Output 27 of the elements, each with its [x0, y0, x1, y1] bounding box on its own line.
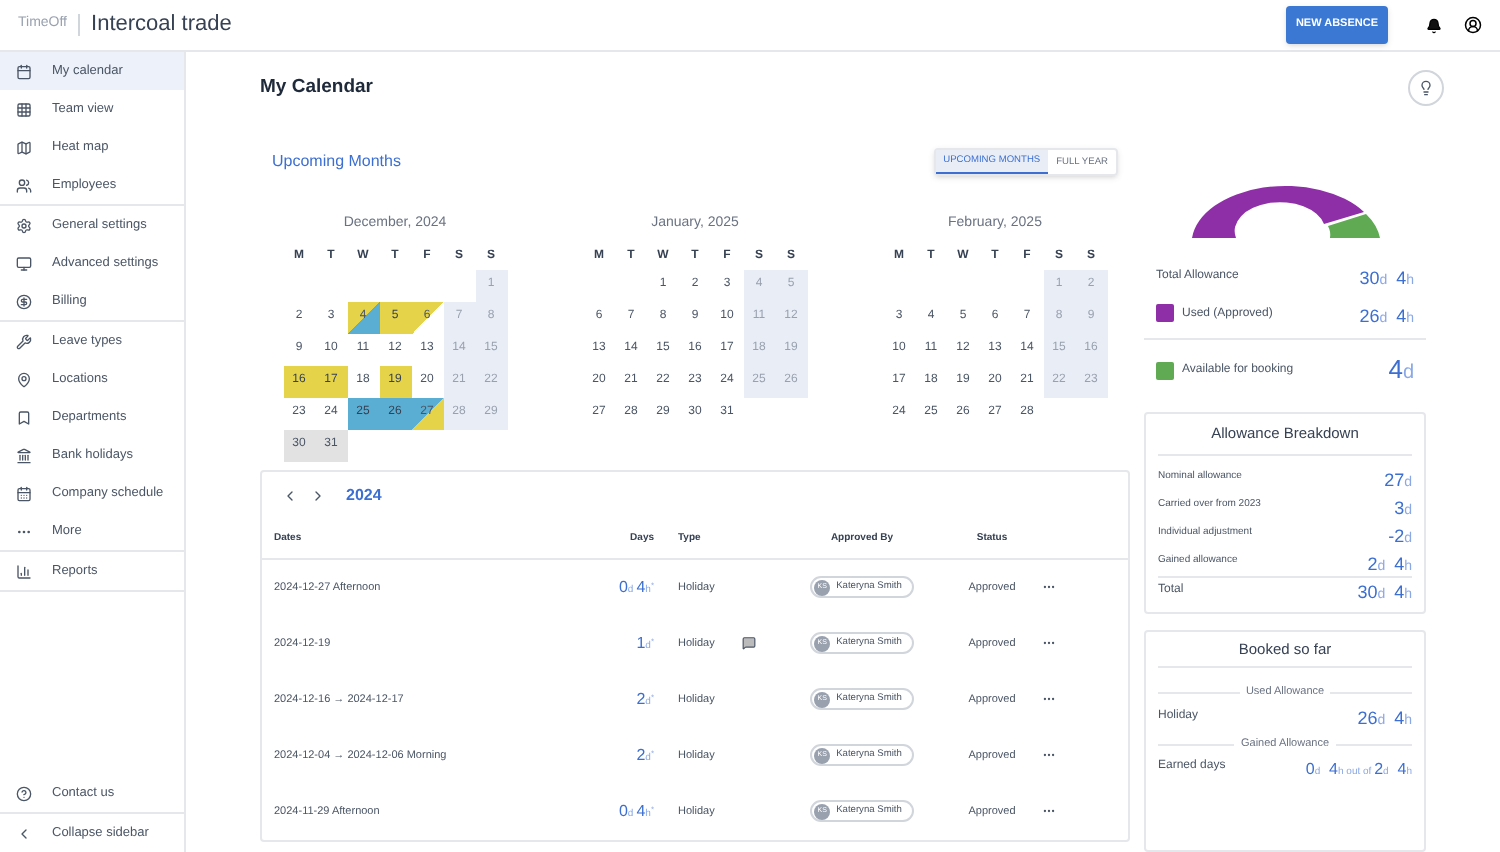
bank-icon: [16, 447, 32, 463]
dollar-icon: [16, 293, 32, 309]
gear-icon: [16, 217, 32, 233]
comment-icon[interactable]: [742, 636, 756, 651]
page-title: My Calendar: [260, 74, 375, 102]
wrench-icon: [16, 333, 32, 349]
grid-icon: [16, 101, 32, 117]
chevron-left-icon: [16, 825, 32, 841]
people-icon: [16, 177, 32, 193]
calendar-icon: [16, 485, 32, 501]
lightbulb-icon: [1418, 80, 1434, 96]
monitor-icon: [16, 255, 32, 271]
calendar-icon: [16, 63, 32, 79]
map-icon: [16, 139, 32, 155]
account-icon[interactable]: [1464, 16, 1482, 34]
notification-bell-icon[interactable]: [1426, 17, 1442, 33]
pin-icon: [16, 371, 32, 387]
tip-button[interactable]: [1408, 70, 1444, 106]
year-label: 2024: [346, 483, 382, 508]
chevron-right-icon[interactable]: [310, 487, 326, 504]
section-title: Upcoming Months: [272, 150, 401, 175]
help-icon: [16, 786, 32, 802]
company-name: Intercoal trade: [91, 10, 232, 41]
amount-value: 4d: [1388, 354, 1414, 386]
chart-icon: [16, 563, 32, 579]
chevron-left-icon[interactable]: [282, 487, 298, 504]
bookmark-icon: [16, 409, 32, 425]
